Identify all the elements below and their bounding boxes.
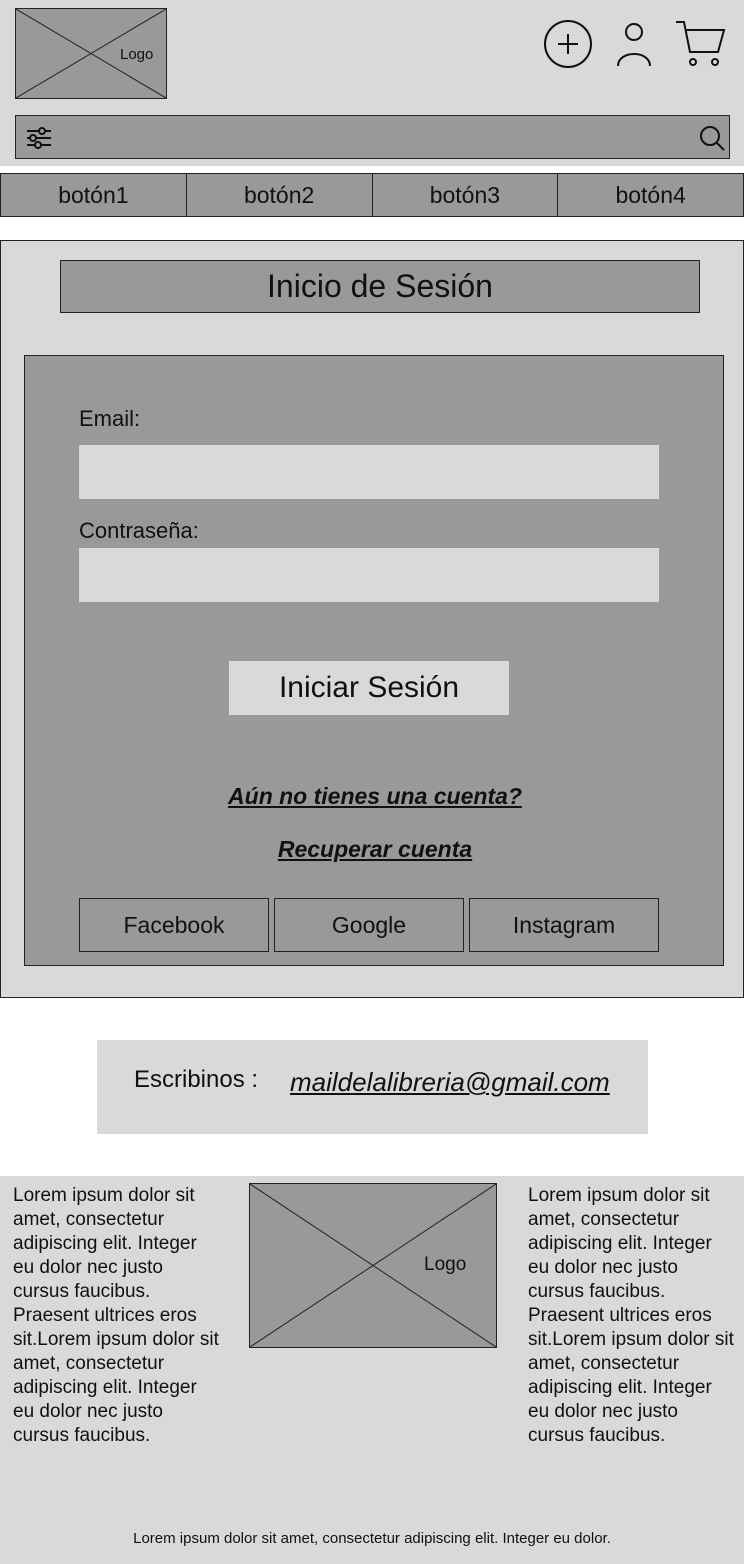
account-button[interactable] bbox=[608, 18, 660, 70]
plus-circle-icon bbox=[544, 20, 592, 68]
cart-button[interactable] bbox=[674, 18, 726, 70]
footer-right-text: Lorem ipsum dolor sit amet, consectetur … bbox=[528, 1185, 734, 1446]
recover-account-link[interactable]: Recuperar cuenta bbox=[25, 836, 725, 863]
register-link[interactable]: Aún no tienes una cuenta? bbox=[25, 783, 725, 810]
cart-icon bbox=[676, 21, 726, 66]
email-label: Email: bbox=[79, 406, 141, 431]
footer-logo-label: Logo bbox=[424, 1254, 467, 1275]
footer-logo: Logo bbox=[249, 1183, 497, 1348]
header: Logo bbox=[0, 0, 744, 166]
login-submit-button[interactable]: Iniciar Sesión bbox=[229, 661, 509, 715]
contact-box: Escribinos : maildelalibreria@gmail.com bbox=[97, 1040, 648, 1134]
google-login-button[interactable]: Google bbox=[274, 898, 464, 952]
header-actions bbox=[542, 18, 726, 70]
header-logo-label: Logo bbox=[120, 46, 154, 63]
search-bar bbox=[15, 115, 730, 159]
filter-icon[interactable] bbox=[24, 123, 54, 153]
header-logo[interactable]: Logo bbox=[15, 8, 167, 99]
contact-label: Escribinos : bbox=[134, 1066, 259, 1093]
login-card: Inicio de Sesión Email: Contraseña: Inic… bbox=[0, 240, 744, 998]
user-icon bbox=[617, 23, 651, 67]
contact-email-link[interactable]: maildelalibreria@gmail.com bbox=[290, 1067, 610, 1098]
search-input[interactable] bbox=[60, 120, 660, 154]
nav-button-2[interactable]: botón2 bbox=[186, 173, 373, 217]
main-nav: botón1 botón2 botón3 botón4 bbox=[0, 173, 744, 217]
password-field[interactable] bbox=[79, 548, 659, 602]
nav-button-3[interactable]: botón3 bbox=[372, 173, 559, 217]
footer: Lorem ipsum dolor sit amet, consectetur … bbox=[0, 1176, 744, 1564]
login-title: Inicio de Sesión bbox=[60, 260, 700, 313]
nav-button-1[interactable]: botón1 bbox=[0, 173, 187, 217]
footer-left-text: Lorem ipsum dolor sit amet, consectetur … bbox=[13, 1185, 219, 1446]
password-label: Contraseña: bbox=[79, 518, 199, 543]
footer-copyright: Lorem ipsum dolor sit amet, consectetur … bbox=[133, 1530, 611, 1547]
add-button[interactable] bbox=[542, 18, 594, 70]
search-icon[interactable] bbox=[697, 123, 727, 153]
instagram-login-button[interactable]: Instagram bbox=[469, 898, 659, 952]
login-form: Email: Contraseña: Iniciar Sesión Aún no… bbox=[24, 355, 724, 966]
facebook-login-button[interactable]: Facebook bbox=[79, 898, 269, 952]
email-field[interactable] bbox=[79, 445, 659, 499]
social-login: Facebook Google Instagram bbox=[79, 898, 659, 952]
nav-button-4[interactable]: botón4 bbox=[558, 173, 744, 217]
